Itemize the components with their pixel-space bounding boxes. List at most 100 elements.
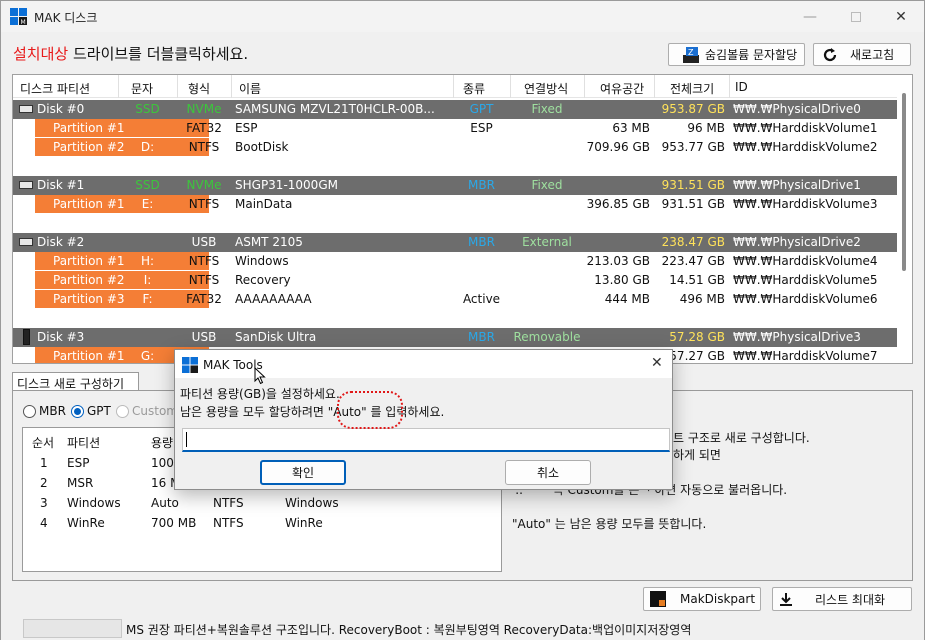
disk-row[interactable]: Disk #0 SSD NVMe SAMSUNG MZVL21T0HCLR-00B..… — [13, 100, 898, 119]
plan-column-header[interactable]: 용량 — [151, 434, 173, 451]
status-indicator-box — [23, 619, 122, 638]
partition-row[interactable]: Partition #1 E: NTFS MainData 396.85 GB 931.5… — [13, 195, 898, 214]
dialog-close-icon[interactable]: ✕ — [651, 355, 663, 371]
close-button[interactable]: ✕ — [878, 1, 924, 32]
grid-header: 디스크 파티션 문자 형식 이름 종류 연결방식 여유공간 전체크기 ID — [13, 75, 912, 98]
grid-cell: 953.77 GB — [661, 140, 725, 154]
grid-cell: ₩₩.₩HarddiskVolume3 — [733, 197, 878, 211]
info-line-2: 하게 되면 — [673, 448, 721, 462]
column-header[interactable]: 연결방식 — [524, 80, 568, 97]
refresh-button[interactable]: 새로고침 — [813, 43, 911, 66]
grid-cell: 57.28 GB — [669, 330, 725, 344]
dialog-prompt-line-1: 파티션 용량(GB)을 설정하세요. — [180, 387, 340, 401]
grid-cell: NTFS — [188, 140, 220, 154]
grid-cell: 238.47 GB — [661, 235, 725, 249]
cancel-button[interactable]: 취소 — [505, 460, 591, 485]
grid-cell: 14.51 GB — [669, 273, 725, 287]
grid-cell: ₩₩.₩PhysicalDrive0 — [733, 102, 861, 116]
disk-grid[interactable]: 디스크 파티션 문자 형식 이름 종류 연결방식 여유공간 전체크기 ID Disk #0 SSD… — [12, 74, 913, 364]
grid-cell: ₩₩.₩HarddiskVolume5 — [733, 273, 878, 287]
column-header[interactable]: 종류 — [463, 80, 485, 97]
makdiskpart-button[interactable]: MakDiskpart — [643, 587, 761, 611]
maximize-button[interactable] — [833, 1, 879, 32]
plan-cell: WinRe — [285, 516, 323, 530]
assign-hidden-volume-letter-button[interactable]: Z 숨김볼륨 문자할당 — [668, 43, 805, 66]
grid-cell: Partition #2 — [53, 140, 125, 154]
minimize-button[interactable]: — — [787, 1, 833, 32]
grid-cell: 96 MB — [687, 121, 725, 135]
grid-cell: ESP — [235, 121, 258, 135]
grid-cell: MBR — [468, 178, 495, 192]
download-icon — [780, 593, 792, 606]
ok-button[interactable]: 확인 — [260, 460, 346, 485]
grid-cell: SSD — [135, 102, 160, 116]
column-divider — [177, 75, 178, 98]
disk-row[interactable]: Disk #1 SSD NVMe SHGP31-1000GM MBR Fixed 931.… — [13, 176, 898, 195]
size-input[interactable] — [182, 428, 670, 452]
size-input-dialog: MAK Tools ✕ 파티션 용량(GB)을 설정하세요. 남은 용량을 모두… — [174, 349, 673, 490]
grid-cell: Partition #1 — [53, 254, 125, 268]
gpt-radio[interactable]: GPT — [71, 404, 111, 418]
disk-row[interactable]: Disk #2 USB ASMT 2105 MBR External 238.47 GB ₩… — [13, 233, 898, 252]
grid-cell: Active — [462, 292, 501, 306]
grid-scrollbar[interactable] — [897, 75, 912, 363]
plan-cell: 3 — [40, 496, 48, 510]
mbr-radio[interactable]: MBR — [23, 404, 66, 418]
maximize-list-button[interactable]: 리스트 최대화 — [772, 587, 912, 611]
grid-cell: I: — [143, 273, 152, 287]
app-logo-icon: M — [10, 8, 27, 25]
grid-cell: ASMT 2105 — [235, 235, 303, 249]
grid-cell: E: — [141, 197, 154, 211]
partition-row[interactable]: Partition #2 I: NTFS Recovery 13.80 GB 14.51 … — [13, 271, 898, 290]
info-line-4: "Auto" 는 남은 용량 모두를 뜻합니다. — [512, 517, 707, 531]
column-header[interactable]: 디스크 파티션 — [20, 80, 90, 97]
mouse-cursor-icon — [254, 367, 266, 385]
grid-cell: MainData — [235, 197, 293, 211]
grid-cell: 396.85 GB — [586, 197, 650, 211]
disk-row[interactable]: Disk #3 USB SanDisk Ultra MBR Removable 57.28… — [13, 328, 898, 347]
grid-cell: ₩₩.₩HarddiskVolume1 — [733, 121, 878, 135]
refresh-icon — [823, 47, 837, 61]
column-divider — [729, 75, 730, 98]
spacer-row — [13, 214, 898, 233]
grid-cell: 13.80 GB — [594, 273, 650, 287]
column-divider — [453, 75, 454, 98]
grid-cell: 213.03 GB — [586, 254, 650, 268]
partition-row[interactable]: Partition #2 D: NTFS BootDisk 709.96 GB 953.7… — [13, 138, 898, 157]
partition-row[interactable]: Partition #3 F: FAT32 AAAAAAAAA Active 444 MB… — [13, 290, 898, 309]
custom-radio-label: Custom — [132, 404, 178, 418]
grid-cell: G: — [140, 349, 155, 363]
grid-cell: 57.27 GB — [669, 349, 725, 363]
svg-text:M: M — [21, 19, 26, 25]
partition-row[interactable]: Partition #1 FAT32 ESP ESP 63 MB 96 MB ₩₩.₩Har… — [13, 119, 898, 138]
partition-row[interactable]: Partition #1 H: NTFS Windows 213.03 GB 223.47… — [13, 252, 898, 271]
grid-cell: Partition #3 — [53, 292, 125, 306]
column-header[interactable]: 형식 — [188, 80, 210, 97]
plan-cell: 4 — [40, 516, 48, 530]
drive-letter-icon: Z — [683, 46, 699, 63]
grid-cell: NVMe — [186, 102, 222, 116]
grid-cell: SSD — [135, 178, 160, 192]
plan-column-header[interactable]: 파티션 — [67, 434, 100, 451]
mbr-radio-circle — [23, 404, 36, 418]
column-header[interactable]: 전체크기 — [670, 80, 714, 97]
gpt-radio-circle — [71, 404, 84, 418]
grid-cell: FAT32 — [186, 121, 222, 135]
grid-scrollbar-thumb[interactable] — [902, 93, 906, 271]
column-header[interactable]: ID — [735, 80, 748, 94]
mbr-radio-label: MBR — [39, 404, 66, 418]
plan-column-header[interactable]: 순서 — [32, 434, 54, 451]
plan-cell: ESP — [67, 456, 90, 470]
column-header[interactable]: 문자 — [131, 80, 153, 97]
custom-radio[interactable]: Custom — [116, 404, 178, 418]
grid-cell: H: — [140, 254, 155, 268]
grid-cell: 496 MB — [679, 292, 725, 306]
dialog-logo-icon — [182, 357, 198, 373]
column-header[interactable]: 이름 — [239, 80, 261, 97]
makdiskpart-label: MakDiskpart — [680, 592, 756, 606]
spacer-row — [13, 157, 898, 176]
column-header[interactable]: 여유공간 — [600, 80, 644, 97]
grid-cell: F: — [142, 292, 153, 306]
grid-cell: Partition #1 — [53, 197, 125, 211]
tab-repartition[interactable]: 디스크 새로 구성하기 — [12, 372, 139, 391]
